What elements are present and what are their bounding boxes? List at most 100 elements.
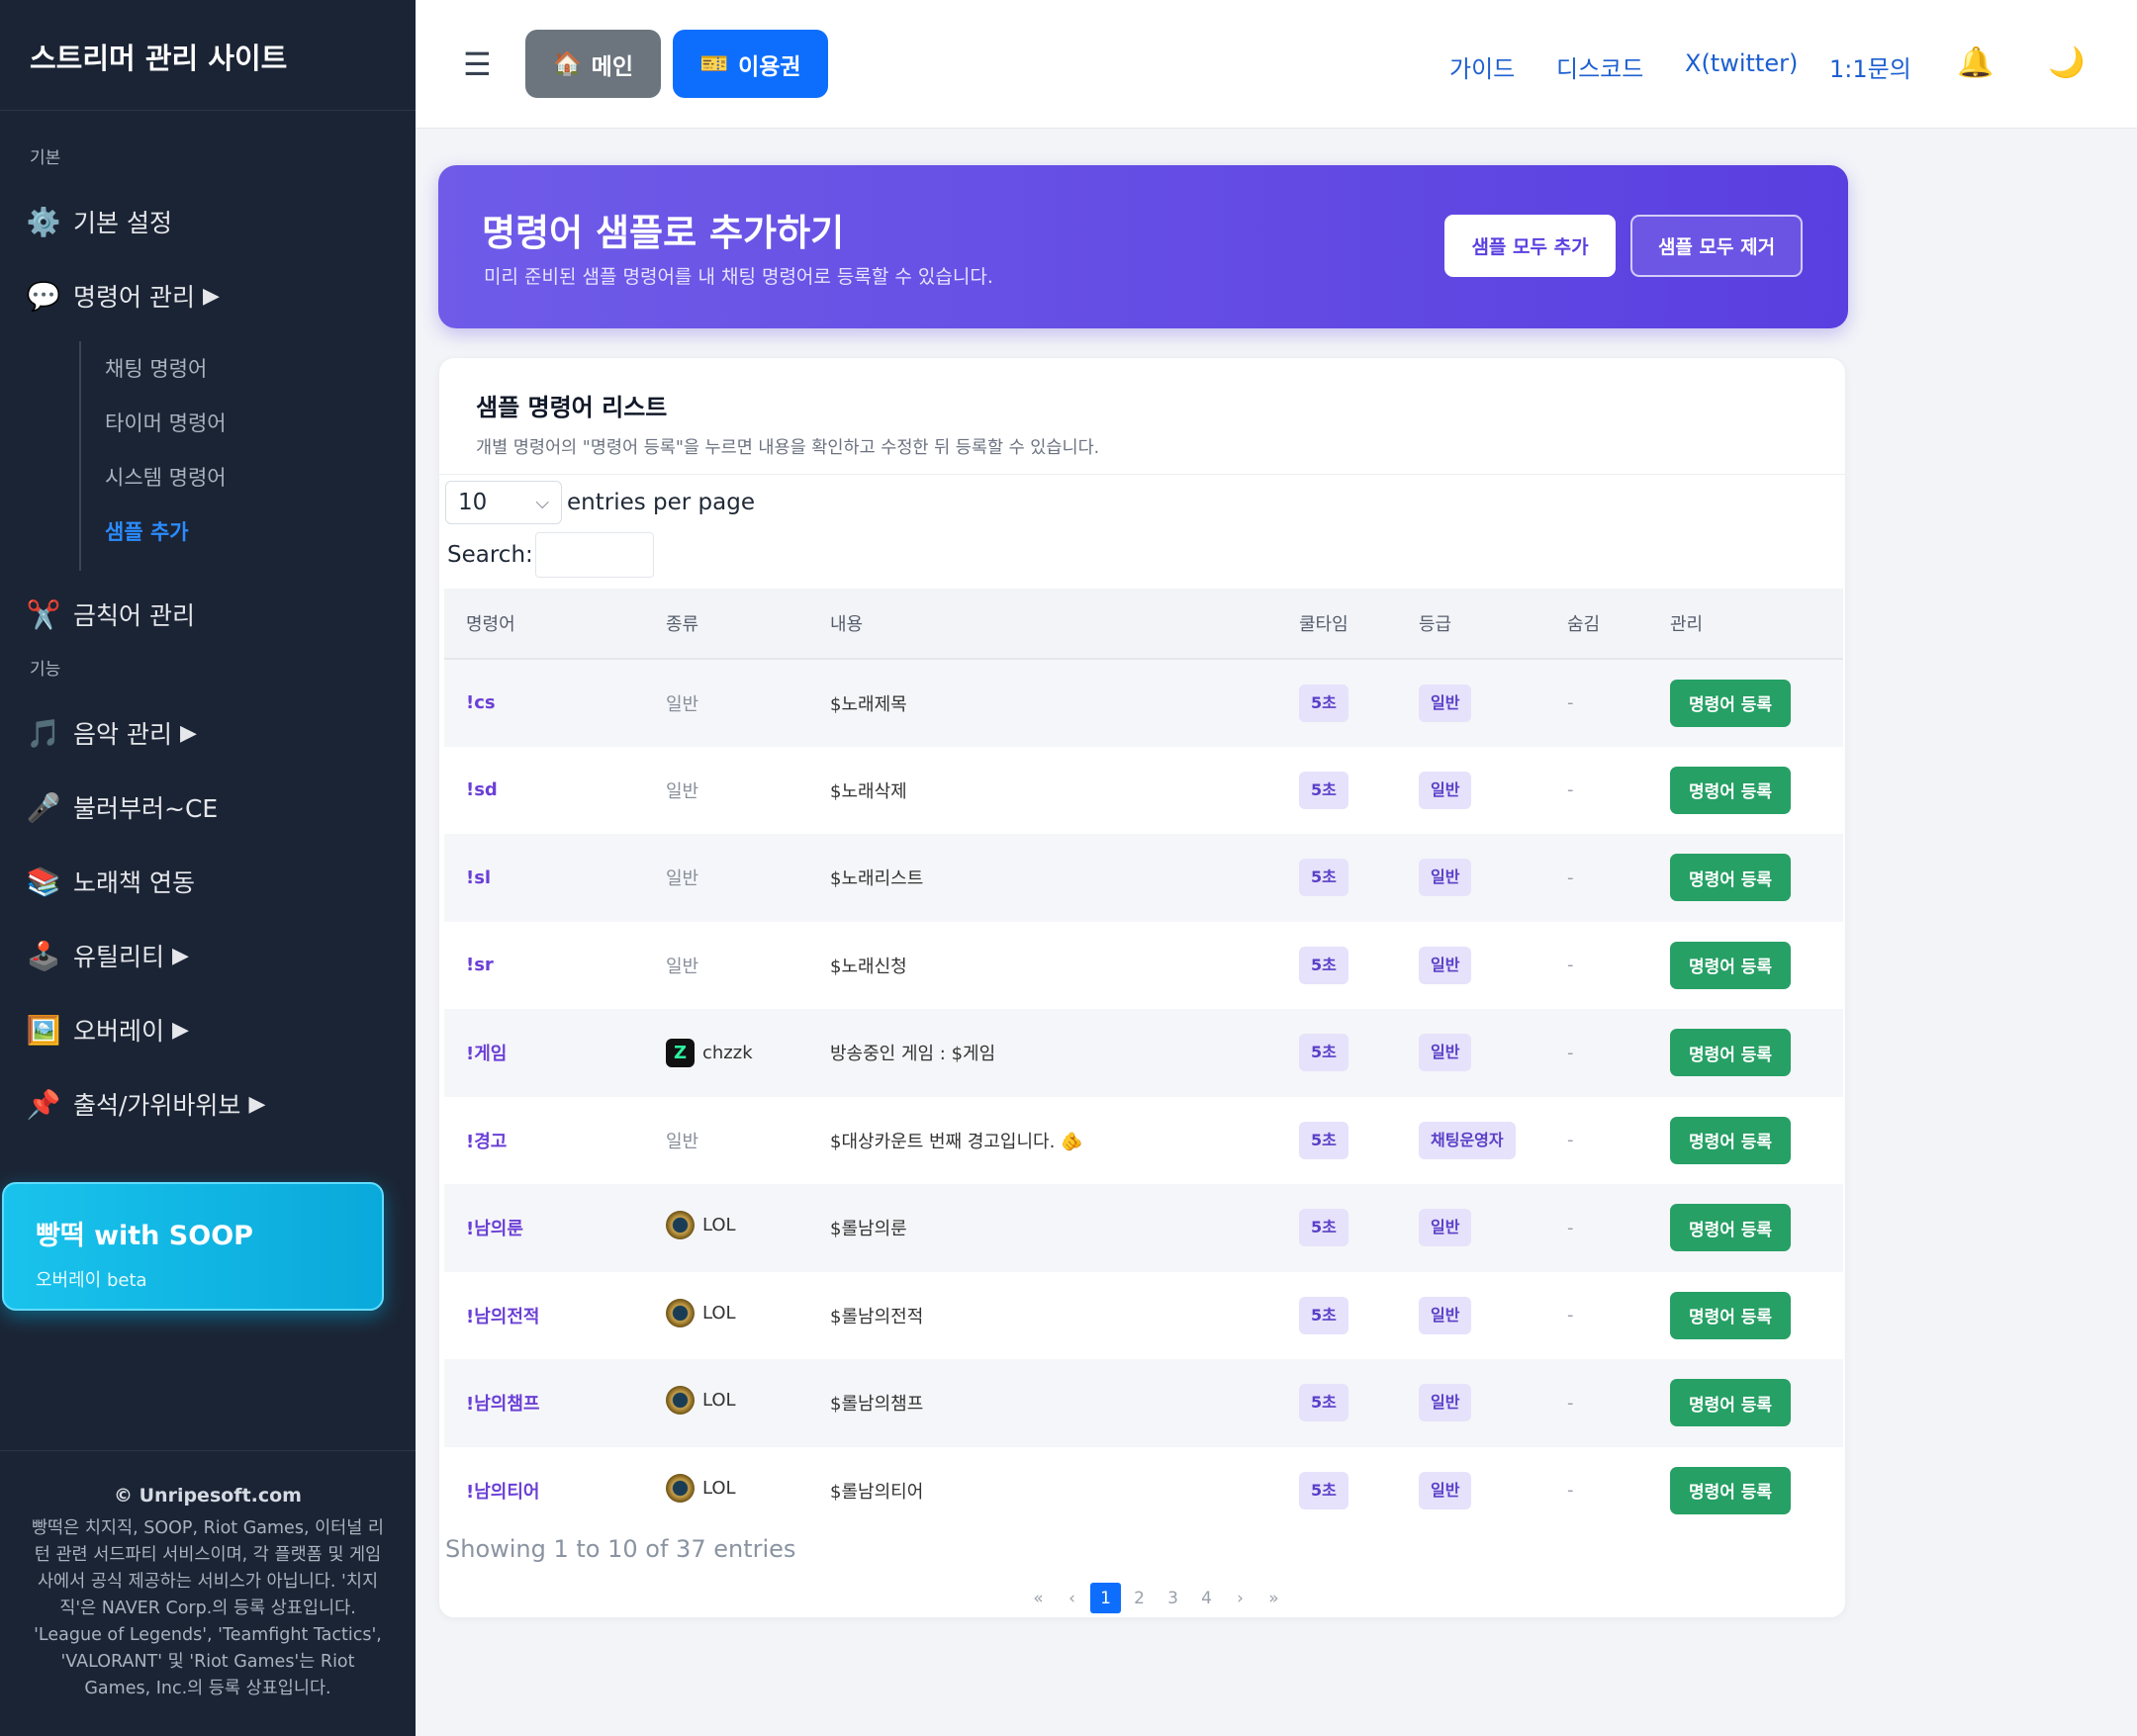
lol-logo-icon (666, 1386, 695, 1416)
manage-cell: 명령어 등록 (1648, 834, 1843, 922)
inquiry-link[interactable]: 1:1문의 (1829, 49, 1911, 84)
discord-link[interactable]: 디스코드 (1556, 49, 1643, 84)
card-subtitle: 개별 명령어의 "명령어 등록"을 누르면 내용을 확인하고 수정한 뒤 등록할… (476, 438, 1100, 458)
column-header-content[interactable]: 내용 (808, 589, 1277, 660)
manage-cell: 명령어 등록 (1648, 659, 1843, 747)
remove-all-samples-button[interactable]: 샘플 모두 제거 (1630, 215, 1803, 277)
command-cell: !cs (466, 692, 496, 714)
scissors-icon: ✂️ (26, 597, 61, 631)
register-command-button[interactable]: 명령어 등록 (1670, 1029, 1791, 1077)
sidebar-subitem-add-sample[interactable]: 샘플 추가 (105, 516, 189, 546)
table-row: !sl 일반 $노래리스트 5초 일반 - 명령어 등록 (444, 834, 1843, 922)
manage-cell: 명령어 등록 (1648, 1184, 1843, 1272)
promo-title: 빵떡 with SOOP (36, 1221, 253, 1251)
cooldown-cell: 5초 (1277, 659, 1397, 747)
ticket-button[interactable]: 🎫 이용권 (673, 30, 828, 98)
sidebar-item-sing[interactable]: 🎤 불러부러~CE (26, 789, 219, 825)
books-icon: 📚 (26, 865, 61, 898)
pagination-page-4[interactable]: 4 (1191, 1583, 1222, 1613)
entries-per-page-select[interactable]: 10 ⌵ (445, 481, 562, 524)
guide-link[interactable]: 가이드 (1449, 49, 1515, 84)
sidebar-subitem-chat-commands[interactable]: 채팅 명령어 (105, 353, 207, 383)
column-header-manage[interactable]: 관리 (1648, 589, 1843, 660)
sidebar-item-banned-words[interactable]: ✂️ 금칙어 관리 (26, 596, 195, 632)
sidebar-item-music[interactable]: 🎵 음악 관리 ▶ (26, 715, 197, 751)
hidden-cell: - (1567, 1130, 1574, 1151)
sidebar-item-attendance[interactable]: 📌 출석/가위바위보 ▶ (26, 1086, 266, 1122)
expand-arrow-icon: ▶ (202, 283, 220, 309)
manage-cell: 명령어 등록 (1648, 1272, 1843, 1360)
sidebar-item-songbook[interactable]: 📚 노래책 연동 (26, 864, 195, 899)
kind-label: LOL (702, 1477, 736, 1499)
sidebar-item-overlay[interactable]: 🖼️ 오버레이 ▶ (26, 1012, 189, 1048)
column-header-command[interactable]: 명령어 (444, 589, 644, 660)
pagination-page-1[interactable]: 1 (1090, 1583, 1121, 1613)
register-command-button[interactable]: 명령어 등록 (1670, 679, 1791, 727)
hamburger-menu-icon[interactable]: ☰ (463, 46, 492, 83)
cooldown-badge: 5초 (1299, 1121, 1348, 1159)
cooldown-cell: 5초 (1277, 1272, 1397, 1360)
main-button[interactable]: 🏠 메인 (525, 30, 661, 98)
pagination-prev[interactable]: ‹ (1057, 1583, 1087, 1613)
lol-logo-icon (666, 1298, 695, 1327)
sidebar-item-utility[interactable]: 🕹️ 유틸리티 ▶ (26, 938, 189, 973)
cooldown-cell: 5초 (1277, 1097, 1397, 1185)
bell-icon[interactable]: 🔔 (1957, 46, 1994, 80)
register-command-button[interactable]: 명령어 등록 (1670, 1116, 1791, 1164)
promo-subtitle: 오버레이 beta (36, 1270, 147, 1291)
pagination-page-2[interactable]: 2 (1124, 1583, 1155, 1613)
chat-bubble-icon: 💬 (26, 279, 61, 313)
table-row: !남의챔프 LOL $롤남의챔프 5초 일반 - 명령어 등록 (444, 1359, 1843, 1447)
grade-cell: 일반 (1397, 834, 1545, 922)
sidebar-item-label: 명령어 관리 (73, 283, 195, 312)
sidebar-item-basic-settings[interactable]: ⚙️ 기본 설정 (26, 204, 172, 239)
register-command-button[interactable]: 명령어 등록 (1670, 766, 1791, 814)
pagination-page-3[interactable]: 3 (1158, 1583, 1188, 1613)
promo-card-soop[interactable]: 빵떡 with SOOP 오버레이 beta (2, 1182, 384, 1311)
register-command-button[interactable]: 명령어 등록 (1670, 1291, 1791, 1339)
search-input[interactable] (534, 532, 654, 578)
cooldown-badge: 5초 (1299, 771, 1348, 809)
footer-copyright: © Unripesoft.com (114, 1485, 302, 1507)
moon-icon[interactable]: 🌙 (2048, 46, 2085, 80)
add-all-samples-button[interactable]: 샘플 모두 추가 (1444, 215, 1616, 277)
pagination-next[interactable]: › (1225, 1583, 1255, 1613)
column-header-hidden[interactable]: 숨김 (1545, 589, 1648, 660)
content-cell: $노래신청 (830, 956, 907, 977)
expand-arrow-icon: ▶ (172, 943, 189, 968)
register-command-button[interactable]: 명령어 등록 (1670, 941, 1791, 989)
table-row: !sd 일반 $노래삭제 5초 일반 - 명령어 등록 (444, 747, 1843, 835)
brand-title[interactable]: 스트리머 관리 사이트 (0, 0, 416, 111)
page-subtitle: 미리 준비된 샘플 명령어를 내 채팅 명령어로 등록할 수 있습니다. (484, 266, 993, 288)
pushpin-icon: 📌 (26, 1087, 61, 1121)
cooldown-cell: 5초 (1277, 922, 1397, 1010)
cooldown-cell: 5초 (1277, 834, 1397, 922)
register-command-button[interactable]: 명령어 등록 (1670, 1204, 1791, 1252)
pagination-first[interactable]: « (1023, 1583, 1054, 1613)
kind-cell: LOL (644, 1447, 808, 1535)
register-command-button[interactable]: 명령어 등록 (1670, 1466, 1791, 1514)
ticket-button-label: 이용권 (738, 53, 801, 80)
content-cell: $롤남의전적 (830, 1306, 924, 1327)
twitter-link[interactable]: X(twitter) (1685, 49, 1798, 77)
pagination-last[interactable]: » (1258, 1583, 1289, 1613)
register-command-button[interactable]: 명령어 등록 (1670, 1379, 1791, 1427)
sidebar-subitem-timer-commands[interactable]: 타이머 명령어 (105, 408, 227, 437)
column-header-kind[interactable]: 종류 (644, 589, 808, 660)
kind-label: LOL (702, 1302, 736, 1324)
register-command-button[interactable]: 명령어 등록 (1670, 854, 1791, 902)
entries-per-page: 10 ⌵ entries per page (445, 481, 755, 524)
music-note-icon: 🎵 (26, 716, 61, 750)
column-header-cooldown[interactable]: 쿨타임 (1277, 589, 1397, 660)
column-header-grade[interactable]: 등급 (1397, 589, 1545, 660)
table-header-row: 명령어 종류 내용 쿨타임 등급 숨김 관리 (444, 589, 1843, 660)
command-cell: !경고 (466, 1131, 508, 1152)
search-label: Search: (447, 542, 533, 568)
hidden-cell: - (1567, 1217, 1574, 1238)
cooldown-cell: 5초 (1277, 1009, 1397, 1097)
content-cell: $롤남의챔프 (830, 1394, 924, 1416)
command-cell: !sl (466, 867, 492, 888)
table-row: !sr 일반 $노래신청 5초 일반 - 명령어 등록 (444, 922, 1843, 1010)
sidebar-subitem-system-commands[interactable]: 시스템 명령어 (105, 462, 227, 492)
sidebar-item-command-mgmt[interactable]: 💬 명령어 관리 ▶ (26, 278, 220, 314)
